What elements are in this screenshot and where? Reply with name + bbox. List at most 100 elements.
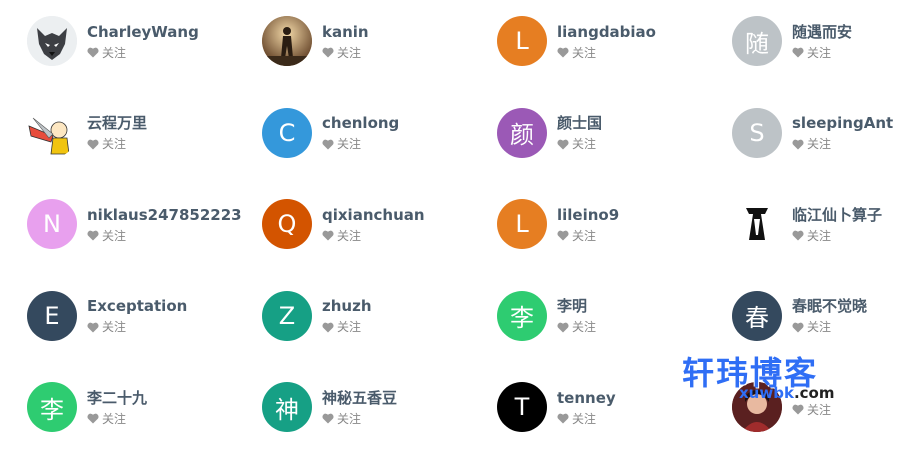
user-name-link[interactable]: 颜士国 xyxy=(557,114,602,132)
user-card[interactable]: Lliangdabiao 关注 xyxy=(497,16,732,66)
silhouette-photo-avatar-icon xyxy=(262,16,312,66)
user-name-link[interactable]: 春眠不觉晓 xyxy=(792,297,867,315)
user-avatar[interactable]: 神 xyxy=(262,382,312,432)
user-avatar[interactable]: T xyxy=(497,382,547,432)
user-avatar[interactable] xyxy=(27,107,77,158)
user-name-link[interactable]: lileino9 xyxy=(557,206,619,224)
follow-button[interactable]: 关注 xyxy=(792,320,867,334)
user-name-link[interactable]: qixianchuan xyxy=(322,206,425,224)
user-info: 春眠不觉晓关注 xyxy=(792,297,867,334)
user-card[interactable]: 李李明 关注 xyxy=(497,290,732,341)
follow-button[interactable]: 关注 xyxy=(87,137,147,151)
user-card[interactable]: Llileino9 关注 xyxy=(497,199,732,249)
user-card[interactable]: 神神秘五香豆关注 xyxy=(262,382,497,432)
watermark-domain: xuwbk.com xyxy=(739,384,834,402)
avatar-letter: 李 xyxy=(510,304,534,332)
user-card[interactable]: 随 随遇而安关注 xyxy=(732,16,902,66)
user-card[interactable]: 李李二十九关注 xyxy=(27,382,262,432)
user-name-link[interactable]: 李明 xyxy=(557,297,596,315)
follow-button[interactable]: 关注 xyxy=(87,229,242,243)
user-avatar[interactable]: 随 xyxy=(732,16,782,66)
user-info: Exceptation 关注 xyxy=(87,297,187,334)
wolf-avatar-icon xyxy=(27,16,77,66)
user-avatar[interactable] xyxy=(262,16,312,66)
follow-label: 关注 xyxy=(572,137,597,151)
follow-label: 关注 xyxy=(807,320,832,334)
user-avatar[interactable]: 春 xyxy=(732,290,782,341)
user-name-link[interactable]: 神秘五香豆 xyxy=(322,389,397,407)
follow-button[interactable]: 关注 xyxy=(792,137,893,151)
follow-label: 关注 xyxy=(807,137,832,151)
follow-button[interactable]: 关注 xyxy=(87,46,199,60)
watermark-domain-main: xuwbk xyxy=(739,384,794,402)
user-avatar[interactable]: Q xyxy=(262,199,312,249)
user-avatar[interactable]: L xyxy=(497,16,547,66)
user-card[interactable]: 春春眠不觉晓关注 xyxy=(732,290,902,341)
user-name-link[interactable]: 云程万里 xyxy=(87,114,147,132)
follow-button[interactable]: 关注 xyxy=(557,320,596,334)
heart-icon xyxy=(322,413,334,424)
avatar-letter: 随 xyxy=(745,29,769,58)
user-avatar[interactable]: E xyxy=(27,290,77,341)
user-name-link[interactable]: zhuzh xyxy=(322,297,372,315)
user-card[interactable]: 颜颜士国关注 xyxy=(497,107,732,158)
user-name-link[interactable]: chenlong xyxy=(322,114,399,132)
user-avatar[interactable]: 颜 xyxy=(497,107,547,158)
follow-button[interactable]: 关注 xyxy=(557,229,619,243)
follow-button[interactable]: 关注 xyxy=(557,46,656,60)
user-name-link[interactable]: tenney xyxy=(557,389,616,407)
user-card[interactable]: CharleyWang 关注 xyxy=(27,16,262,66)
user-name-link[interactable]: CharleyWang xyxy=(87,23,199,41)
user-avatar[interactable]: 李 xyxy=(27,382,77,432)
user-avatar[interactable]: L xyxy=(497,199,547,249)
user-card[interactable]: Cchenlong 关注 xyxy=(262,107,497,158)
user-name-link[interactable]: 临江仙卜算子 xyxy=(792,206,882,224)
user-info: zhuzh 关注 xyxy=(322,297,372,334)
user-card[interactable]: kanin 关注 xyxy=(262,16,497,66)
follow-button[interactable]: 关注 xyxy=(87,412,147,426)
anime-hero-avatar-icon xyxy=(27,107,77,158)
user-avatar[interactable]: N xyxy=(27,199,77,249)
user-avatar[interactable]: S xyxy=(732,107,782,158)
avatar-letter: T xyxy=(514,393,530,421)
user-avatar[interactable]: Z xyxy=(262,290,312,341)
follow-button[interactable]: 关注 xyxy=(322,412,397,426)
heart-icon xyxy=(557,47,569,58)
user-info: CharleyWang 关注 xyxy=(87,23,199,60)
user-name-link[interactable]: sleepingAnt xyxy=(792,114,893,132)
user-card[interactable]: SsleepingAnt 关注 xyxy=(732,107,902,158)
follow-label: 关注 xyxy=(337,320,362,334)
follow-button[interactable]: 关注 xyxy=(322,137,399,151)
user-info: lileino9 关注 xyxy=(557,206,619,243)
user-info: qixianchuan 关注 xyxy=(322,206,425,243)
user-card[interactable]: 临江仙卜算子 关注 xyxy=(732,199,902,249)
user-name-link[interactable]: Exceptation xyxy=(87,297,187,315)
follow-button[interactable]: 关注 xyxy=(792,46,852,60)
follow-label: 关注 xyxy=(807,45,832,60)
follow-button[interactable]: 关注 xyxy=(557,137,602,151)
follow-button[interactable]: 关注 xyxy=(322,229,425,243)
user-card[interactable]: E Exceptation 关注 xyxy=(27,290,262,341)
user-info: 李明 关注 xyxy=(557,297,596,334)
black-logo-avatar-icon xyxy=(732,199,782,249)
user-avatar[interactable]: 李 xyxy=(497,290,547,341)
user-name-link[interactable]: liangdabiao xyxy=(557,23,656,41)
follow-label: 关注 xyxy=(572,228,597,243)
follow-button[interactable]: 关注 xyxy=(322,46,369,60)
user-avatar[interactable]: C xyxy=(262,107,312,158)
user-name-link[interactable]: niklaus247852223 xyxy=(87,206,242,224)
user-name-link[interactable]: 随遇而安 xyxy=(792,23,852,41)
follow-button[interactable]: 关注 xyxy=(792,229,882,243)
user-name-link[interactable]: kanin xyxy=(322,23,369,41)
user-name-link[interactable]: 李二十九 xyxy=(87,389,147,407)
user-card[interactable]: Qqixianchuan 关注 xyxy=(262,199,497,249)
follow-button[interactable]: 关注 xyxy=(87,320,187,334)
user-avatar[interactable] xyxy=(27,16,77,66)
follow-button[interactable]: 关注 xyxy=(322,320,372,334)
user-card[interactable]: Nniklaus247852223 关注 xyxy=(27,199,262,249)
user-card[interactable]: Zzhuzh 关注 xyxy=(262,290,497,341)
user-avatar[interactable] xyxy=(732,199,782,249)
follow-button[interactable]: 关注 xyxy=(557,412,616,426)
heart-icon xyxy=(87,230,99,241)
user-card[interactable]: 云程万里 关注 xyxy=(27,107,262,158)
